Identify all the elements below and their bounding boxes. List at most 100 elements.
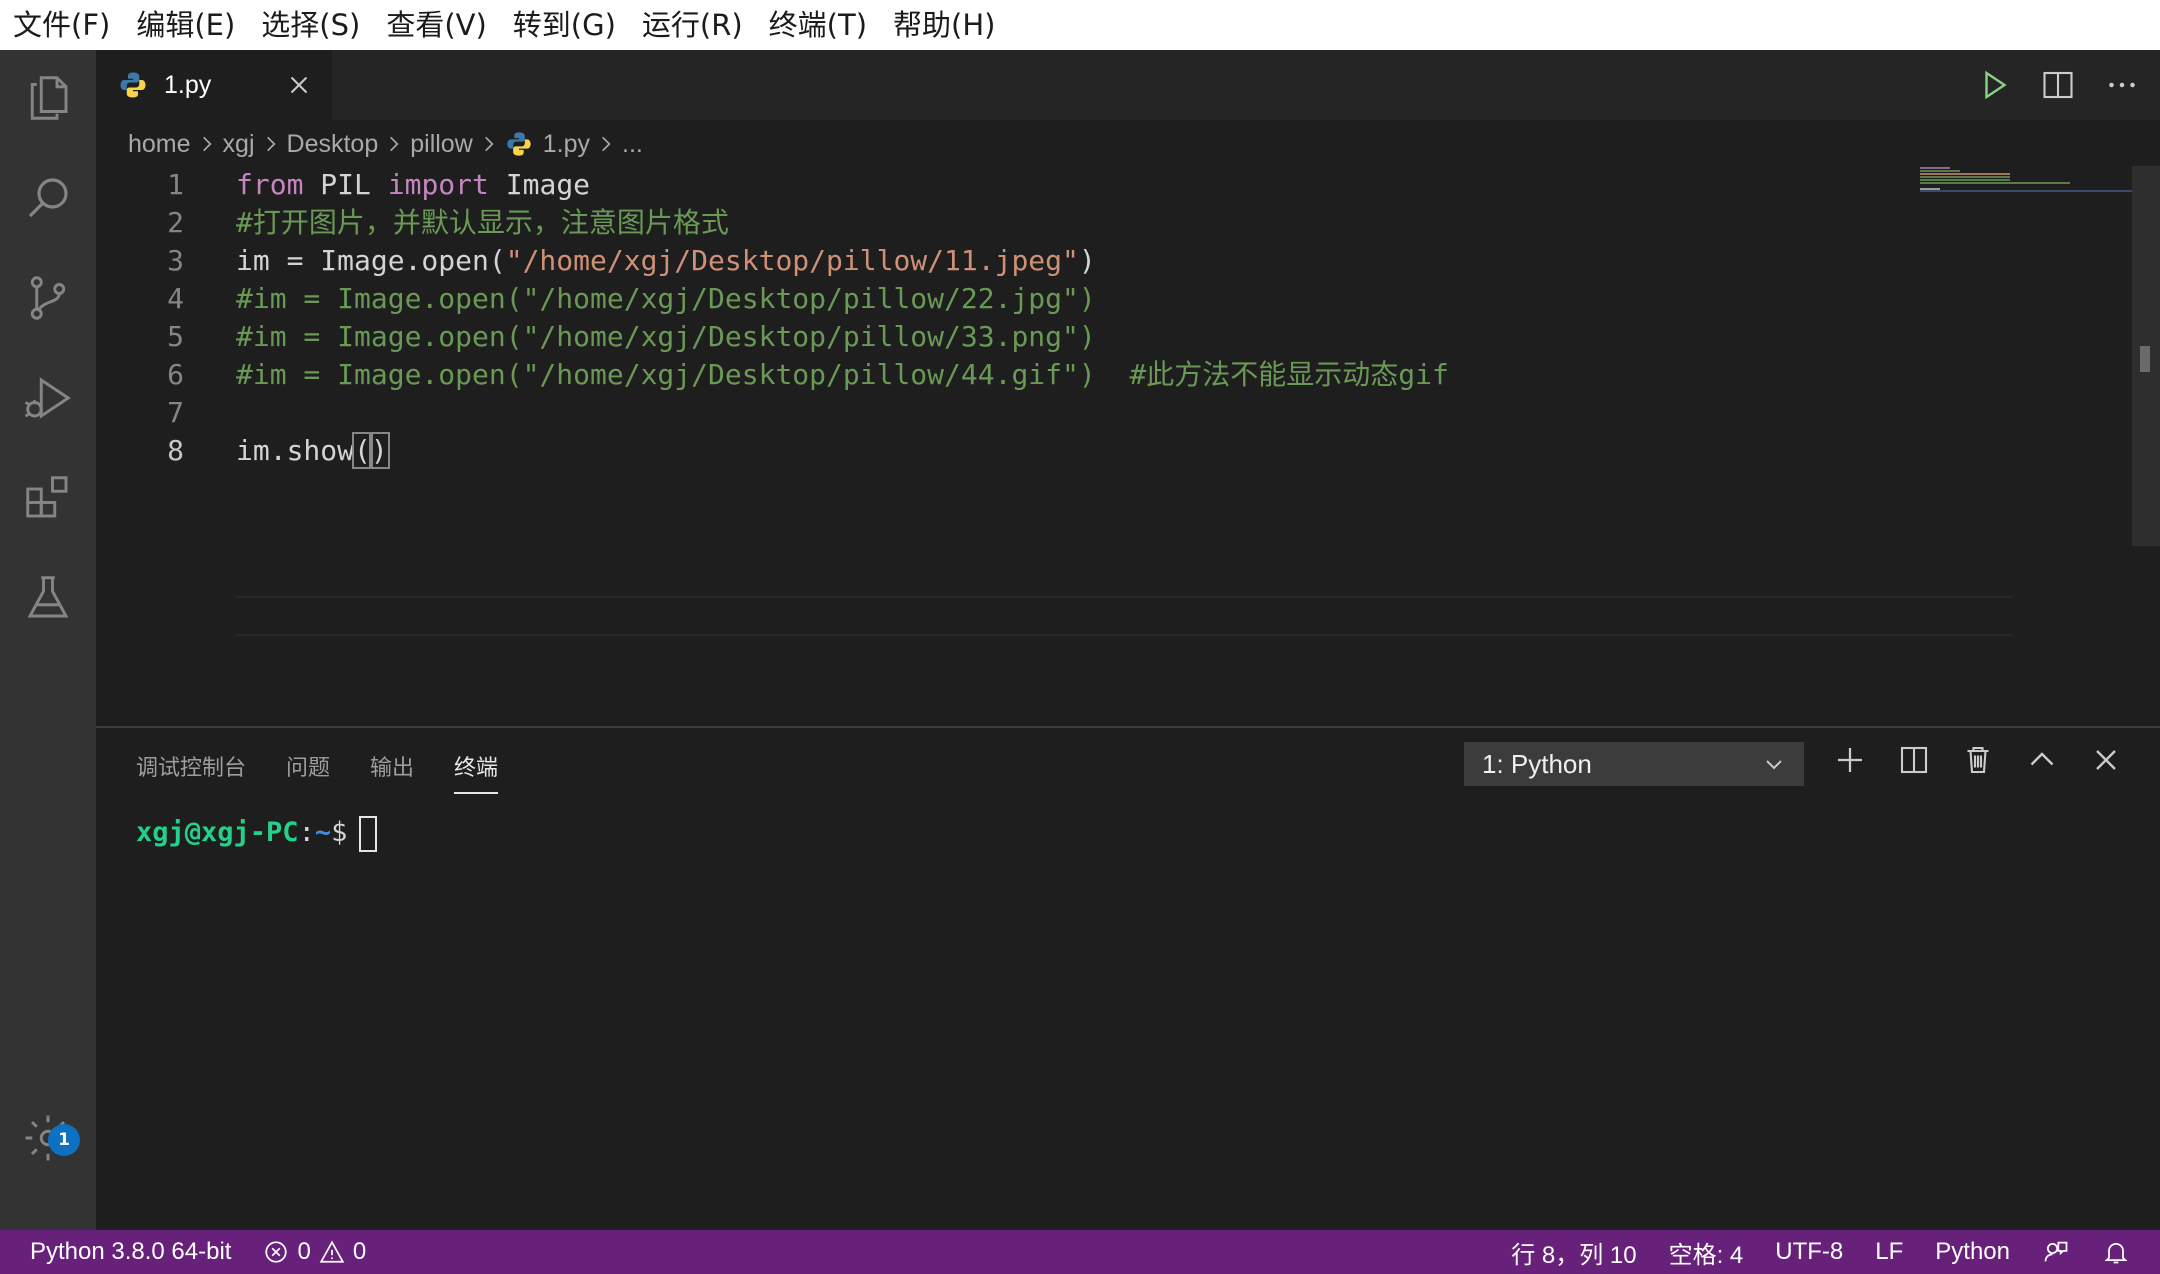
run-icon[interactable] <box>1976 67 2012 103</box>
menu-run[interactable]: 运行(R) <box>629 0 756 50</box>
breadcrumb: home xgj Desktop pillow 1.py ... <box>128 124 643 164</box>
split-terminal-icon[interactable] <box>1896 742 1932 778</box>
vertical-scrollbar[interactable] <box>2132 166 2160 546</box>
tab-debug-console[interactable]: 调试控制台 <box>136 746 246 792</box>
search-icon[interactable] <box>0 150 96 246</box>
scrollbar-thumb[interactable] <box>2140 346 2150 372</box>
language-mode[interactable]: Python <box>1935 1238 2010 1266</box>
tab-output[interactable]: 输出 <box>370 746 414 792</box>
more-actions-icon[interactable] <box>2104 67 2140 103</box>
menu-selection[interactable]: 选择(S) <box>248 0 373 50</box>
status-bar: Python 3.8.0 64-bit 0 0 行 8，列 10 空格: 4 U… <box>0 1230 2160 1274</box>
testing-icon[interactable] <box>0 550 96 646</box>
minimap[interactable] <box>1920 166 2132 196</box>
chevron-right-icon <box>484 136 494 152</box>
menu-terminal[interactable]: 终端(T) <box>756 0 880 50</box>
code-token: #打开图片，并默认显示，注意图片格式 <box>236 206 729 239</box>
code-text: #im = Image.open("/home/xgj/Desktop/pill… <box>236 280 1096 318</box>
activity-bar: 1 <box>0 50 96 1230</box>
breadcrumb-symbols[interactable]: ... <box>622 130 643 159</box>
code-line[interactable]: 2 #打开图片，并默认显示，注意图片格式 <box>96 204 2136 242</box>
code-token: #im = Image.open("/home/xgj/Desktop/pill… <box>236 282 1096 315</box>
code-text: #im = Image.open("/home/xgj/Desktop/pill… <box>236 318 1096 356</box>
problems-status[interactable]: 0 0 <box>263 1238 366 1266</box>
warning-icon <box>319 1240 345 1263</box>
tab-problems[interactable]: 问题 <box>286 746 330 792</box>
code-line[interactable]: 1 from PIL import Image <box>96 166 2136 204</box>
code-editor[interactable]: 1 from PIL import Image 2 #打开图片，并默认显示，注意图片格… <box>96 166 2136 726</box>
indentation[interactable]: 空格: 4 <box>1669 1235 1744 1270</box>
code-line[interactable]: 7 <box>96 394 2136 432</box>
warning-count: 0 <box>352 1238 367 1265</box>
code-token: im = Image.open( <box>236 244 506 277</box>
menu-help[interactable]: 帮助(H) <box>880 0 1008 50</box>
panel-actions <box>1832 742 2124 778</box>
breadcrumb-pillow[interactable]: pillow <box>410 130 473 159</box>
code-line[interactable]: 4 #im = Image.open("/home/xgj/Desktop/pil… <box>96 280 2136 318</box>
end-of-line[interactable]: LF <box>1875 1238 1903 1266</box>
terminal-cursor <box>359 815 378 852</box>
chevron-up-icon[interactable] <box>2024 742 2060 778</box>
encoding[interactable]: UTF-8 <box>1775 1238 1843 1266</box>
line-number: 6 <box>167 358 184 391</box>
code-token: from <box>236 168 304 201</box>
close-icon[interactable] <box>284 70 314 100</box>
matched-bracket: ( <box>352 432 373 469</box>
prompt-dollar: $ <box>331 817 348 848</box>
python-file-icon <box>120 72 146 98</box>
cursor-position[interactable]: 行 8，列 10 <box>1511 1235 1636 1270</box>
bottom-panel: 调试控制台 问题 输出 终端 1: Python xgj@xgj-PC:~$ <box>96 728 2160 1230</box>
files-icon[interactable] <box>0 50 96 146</box>
code-token: ) <box>1078 244 1096 277</box>
chevron-right-icon <box>202 136 212 152</box>
new-terminal-icon[interactable] <box>1832 742 1868 778</box>
chevron-down-icon <box>1766 760 1782 770</box>
prompt-separator: : <box>298 817 315 848</box>
code-text: from PIL import Image <box>236 166 590 204</box>
code-line[interactable]: 8 im.show() <box>96 432 2136 470</box>
line-number: 5 <box>167 320 184 353</box>
menu-go[interactable]: 转到(G) <box>500 0 629 50</box>
source-control-icon[interactable] <box>0 250 96 346</box>
python-file-icon <box>507 132 531 156</box>
prompt-path: ~ <box>314 817 332 848</box>
code-token: "/home/xgj/Desktop/pillow/11.jpeg" <box>505 244 1079 277</box>
code-line[interactable]: 6 #im = Image.open("/home/xgj/Desktop/pil… <box>96 356 2136 394</box>
error-icon <box>265 1241 288 1263</box>
trash-icon[interactable] <box>1960 742 1996 778</box>
menu-edit[interactable]: 编辑(E) <box>123 0 248 50</box>
terminal-select[interactable]: 1: Python <box>1464 742 1804 786</box>
bell-icon[interactable] <box>2102 1238 2130 1266</box>
code-line[interactable]: 3 im = Image.open("/home/xgj/Desktop/pill… <box>96 242 2136 280</box>
breadcrumb-desktop[interactable]: Desktop <box>287 130 379 159</box>
code-line[interactable]: 5 #im = Image.open("/home/xgj/Desktop/pil… <box>96 318 2136 356</box>
tab-terminal[interactable]: 终端 <box>454 746 499 794</box>
menu-file[interactable]: 文件(F) <box>0 0 123 50</box>
code-text: im = Image.open("/home/xgj/Desktop/pillo… <box>236 242 1096 280</box>
code-token: PIL <box>303 168 388 201</box>
python-interpreter[interactable]: Python 3.8.0 64-bit <box>30 1238 231 1266</box>
feedback-icon[interactable] <box>2042 1238 2070 1266</box>
code-text: #im = Image.open("/home/xgj/Desktop/pill… <box>236 356 1449 394</box>
panel-tabs: 调试控制台 问题 输出 终端 <box>136 746 499 794</box>
prompt-user: xgj@xgj-PC <box>136 817 299 848</box>
breadcrumb-home[interactable]: home <box>128 130 191 159</box>
terminal-output[interactable]: xgj@xgj-PC:~$ <box>136 814 378 852</box>
current-line-highlight <box>236 596 2012 636</box>
split-editor-icon[interactable] <box>2040 67 2076 103</box>
extensions-icon[interactable] <box>0 450 96 546</box>
run-debug-icon[interactable] <box>0 350 96 446</box>
tab-1-py[interactable]: 1.py <box>96 50 332 120</box>
menu-view[interactable]: 查看(V) <box>373 0 499 50</box>
code-token: import <box>387 168 489 201</box>
close-panel-icon[interactable] <box>2088 742 2124 778</box>
breadcrumb-file[interactable]: 1.py <box>543 130 590 159</box>
breadcrumb-xgj[interactable]: xgj <box>223 130 255 159</box>
tab-bar: 1.py <box>96 50 2160 120</box>
line-number: 8 <box>167 434 184 467</box>
terminal-select-value: 1: Python <box>1482 748 1592 779</box>
code-token: Image <box>488 168 591 201</box>
line-number: 3 <box>167 244 184 277</box>
code-text: #打开图片，并默认显示，注意图片格式 <box>236 204 729 242</box>
editor-actions <box>1976 50 2140 120</box>
